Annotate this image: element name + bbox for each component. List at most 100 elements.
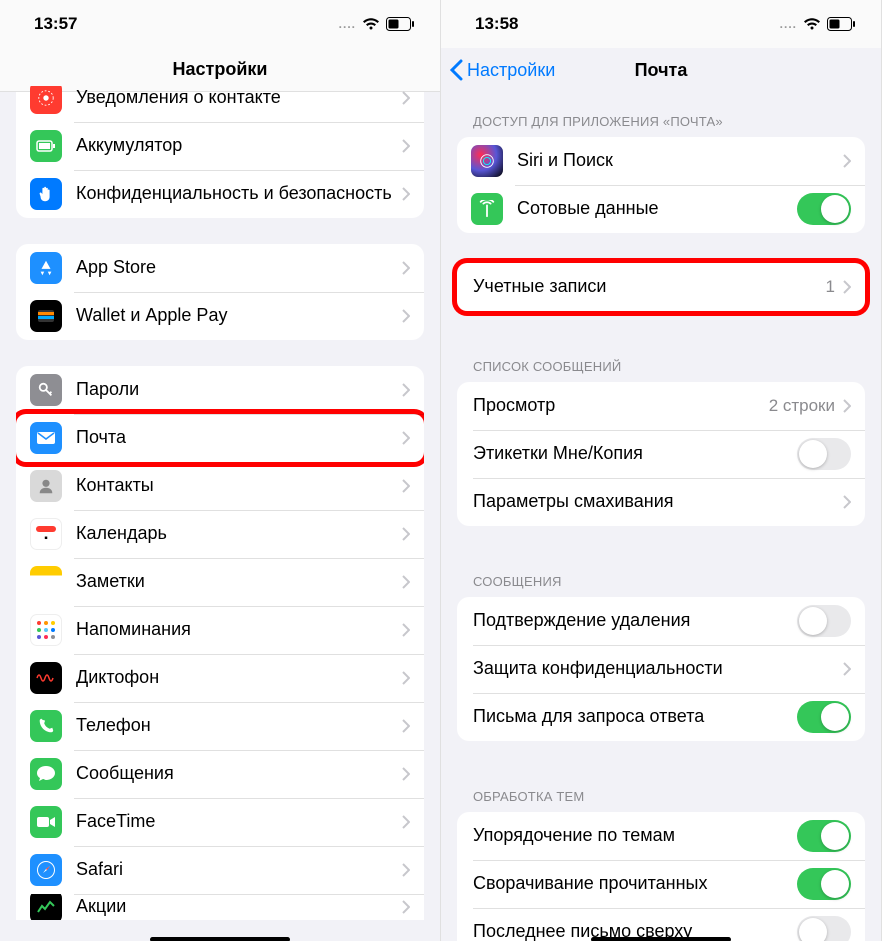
- row-label: Siri и Поиск: [517, 150, 843, 172]
- row-mail[interactable]: Почта: [16, 414, 424, 462]
- row-wallet[interactable]: Wallet и Apple Pay: [16, 292, 424, 340]
- row-label: Заметки: [76, 571, 402, 593]
- phone-icon: [30, 710, 62, 742]
- chevron-right-icon: [843, 399, 851, 413]
- row-appstore[interactable]: App Store: [16, 244, 424, 292]
- notes-icon: [30, 566, 62, 598]
- row-label: Сворачивание прочитанных: [473, 873, 797, 895]
- reminders-icon: [30, 614, 62, 646]
- row-contacts[interactable]: Контакты: [16, 462, 424, 510]
- chevron-right-icon: [402, 671, 410, 685]
- row-label: Упорядочение по темам: [473, 825, 797, 847]
- row-label: Параметры смахивания: [473, 491, 843, 513]
- row-phone[interactable]: Телефон: [16, 702, 424, 750]
- facetime-icon: [30, 806, 62, 838]
- chevron-right-icon: [402, 815, 410, 829]
- row-accounts[interactable]: Учетные записи 1: [457, 263, 865, 311]
- row-confirm-delete[interactable]: Подтверждение удаления: [457, 597, 865, 645]
- chevron-right-icon: [402, 139, 410, 153]
- status-indicators: ....: [780, 17, 855, 31]
- settings-screen: 13:57 .... Настройки Уведомления о конта…: [0, 0, 441, 941]
- row-label: Просмотр: [473, 395, 769, 417]
- row-siri[interactable]: Siri и Поиск: [457, 137, 865, 185]
- appstore-icon: [30, 252, 62, 284]
- chevron-right-icon: [402, 431, 410, 445]
- row-label: Защита конфиденциальности: [473, 658, 843, 680]
- group-accounts: Учетные записи 1: [457, 263, 865, 311]
- recent-toggle[interactable]: [797, 916, 851, 941]
- row-safari[interactable]: Safari: [16, 846, 424, 894]
- antenna-icon: [471, 193, 503, 225]
- voice-memos-icon: [30, 662, 62, 694]
- collapse-toggle[interactable]: [797, 868, 851, 900]
- followup-toggle[interactable]: [797, 701, 851, 733]
- row-label: Телефон: [76, 715, 402, 737]
- chevron-right-icon: [402, 575, 410, 589]
- row-tome-labels[interactable]: Этикетки Мне/Копия: [457, 430, 865, 478]
- mail-settings-list[interactable]: ДОСТУП ДЛЯ ПРИЛОЖЕНИЯ «ПОЧТА» Siri и Пои…: [441, 92, 881, 941]
- row-followup-suggestions[interactable]: Письма для запроса ответа: [457, 693, 865, 741]
- row-passwords[interactable]: Пароли: [16, 366, 424, 414]
- row-label: Wallet и Apple Pay: [76, 305, 402, 327]
- row-preview[interactable]: Просмотр 2 строки: [457, 382, 865, 430]
- row-privacy[interactable]: Конфиденциальность и безопасность: [16, 170, 424, 218]
- status-indicators: ....: [339, 17, 414, 31]
- group-general: Уведомления о контакте Аккумулятор Конфи…: [16, 86, 424, 218]
- cellular-toggle[interactable]: [797, 193, 851, 225]
- row-collapse-read[interactable]: Сворачивание прочитанных: [457, 860, 865, 908]
- group-apps: Пароли Почта Контакты ▪: [16, 366, 424, 920]
- row-messages[interactable]: Сообщения: [16, 750, 424, 798]
- row-notes[interactable]: Заметки: [16, 558, 424, 606]
- section-header-msglist: СПИСОК СООБЩЕНИЙ: [441, 337, 881, 382]
- group-threading: Упорядочение по темам Сворачивание прочи…: [457, 812, 865, 941]
- row-facetime[interactable]: FaceTime: [16, 798, 424, 846]
- nav-title: Почта: [635, 60, 688, 81]
- row-label: App Store: [76, 257, 402, 279]
- chevron-right-icon: [843, 662, 851, 676]
- status-time: 13:57: [34, 14, 77, 34]
- row-reminders[interactable]: Напоминания: [16, 606, 424, 654]
- chevron-left-icon: [449, 59, 463, 81]
- row-organize-thread[interactable]: Упорядочение по темам: [457, 812, 865, 860]
- group-messages: Подтверждение удаления Защита конфиденци…: [457, 597, 865, 741]
- contacts-icon: [30, 470, 62, 502]
- wifi-icon: [362, 17, 380, 31]
- nav-bar: Настройки Почта: [441, 48, 881, 92]
- mail-icon: [30, 422, 62, 454]
- row-label: FaceTime: [76, 811, 402, 833]
- row-label: Диктофон: [76, 667, 402, 689]
- chevron-right-icon: [402, 309, 410, 323]
- battery-app-icon: [30, 130, 62, 162]
- row-stocks[interactable]: Акции: [16, 894, 424, 920]
- chevron-right-icon: [402, 479, 410, 493]
- row-cellular[interactable]: Сотовые данные: [457, 185, 865, 233]
- nav-title: Настройки: [173, 59, 268, 80]
- mail-settings-screen: 13:58 .... Настройки Почта ДОСТУП ДЛЯ ПР…: [441, 0, 882, 941]
- group-access: Siri и Поиск Сотовые данные: [457, 137, 865, 233]
- row-contact-notifications[interactable]: Уведомления о контакте: [16, 86, 424, 122]
- row-calendar[interactable]: ▪ Календарь: [16, 510, 424, 558]
- section-header-threading: ОБРАБОТКА ТЕМ: [441, 767, 881, 812]
- group-msglist: Просмотр 2 строки Этикетки Мне/Копия Пар…: [457, 382, 865, 526]
- home-indicator: [591, 937, 731, 941]
- section-header-messages: СООБЩЕНИЯ: [441, 552, 881, 597]
- settings-list[interactable]: Уведомления о контакте Аккумулятор Конфи…: [0, 86, 440, 935]
- row-voice-memos[interactable]: Диктофон: [16, 654, 424, 702]
- home-indicator: [150, 937, 290, 941]
- nav-back-button[interactable]: Настройки: [449, 59, 555, 81]
- row-label: Подтверждение удаления: [473, 610, 797, 632]
- chevron-right-icon: [402, 623, 410, 637]
- row-swipe-options[interactable]: Параметры смахивания: [457, 478, 865, 526]
- hand-icon: [30, 178, 62, 210]
- chevron-right-icon: [843, 280, 851, 294]
- organize-toggle[interactable]: [797, 820, 851, 852]
- preview-value: 2 строки: [769, 396, 835, 416]
- tome-toggle[interactable]: [797, 438, 851, 470]
- chevron-right-icon: [402, 900, 410, 914]
- confirm-delete-toggle[interactable]: [797, 605, 851, 637]
- row-label: Сообщения: [76, 763, 402, 785]
- row-battery[interactable]: Аккумулятор: [16, 122, 424, 170]
- siri-icon: [471, 145, 503, 177]
- row-privacy-protection[interactable]: Защита конфиденциальности: [457, 645, 865, 693]
- row-label: Учетные записи: [473, 276, 826, 298]
